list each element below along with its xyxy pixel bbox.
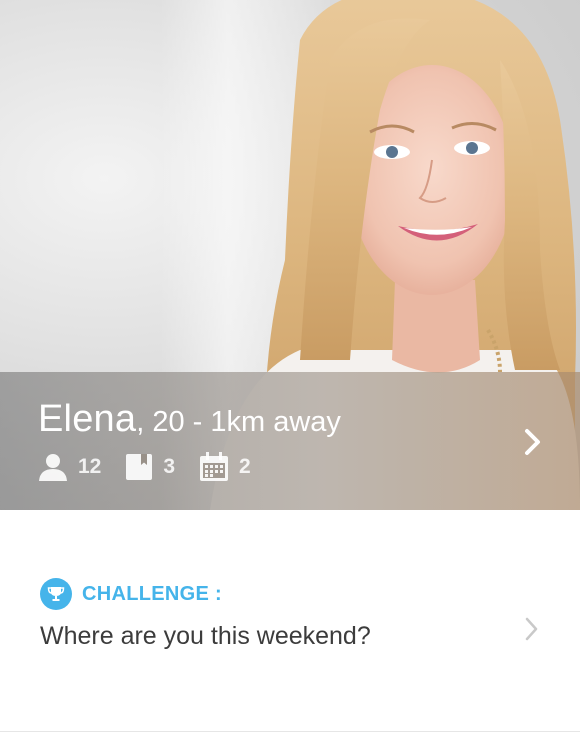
trophy-badge [40,578,72,610]
profile-name: Elena [38,398,137,440]
profile-next-button[interactable] [518,424,548,460]
profile-card[interactable]: Elena, 20 - 1km away 12 3 2 CHALLENGE: … [0,0,580,732]
stat-books: 3 [125,453,175,481]
chevron-right-icon [525,617,538,641]
stat-friends: 12 [38,453,101,481]
book-icon [126,454,153,480]
challenge-header: CHALLENGE : [40,578,222,610]
stat-books-value: 3 [163,455,176,478]
calendar-icon [200,452,229,481]
person-icon [39,454,67,481]
profile-name-line: Elena, 20 - 1km away [38,398,341,441]
stat-friends-value: 12 [78,455,102,478]
profile-stats: 12 3 2 [38,452,275,482]
profile-info-overlay [0,372,580,510]
profile-details: , 20 - 1km away [136,406,341,438]
challenge-question[interactable]: Where are you this weekend? [40,622,371,651]
stat-events: 2 [199,452,251,482]
stat-events-value: 2 [239,455,251,478]
challenge-open-button[interactable] [520,614,544,644]
trophy-icon [47,587,65,601]
challenge-label: CHALLENGE : [82,582,222,605]
chevron-right-icon [525,429,540,455]
